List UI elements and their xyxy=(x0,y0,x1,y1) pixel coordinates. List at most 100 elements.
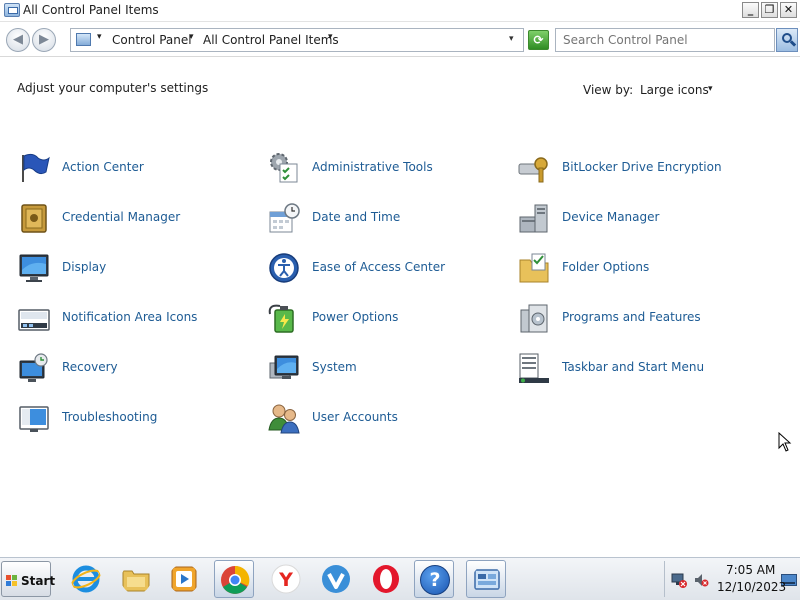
taskbar-chrome[interactable] xyxy=(214,560,254,598)
bitlocker-key-icon xyxy=(518,157,548,183)
item-folder-options[interactable]: Folder Options xyxy=(518,252,758,286)
taskbar-internet-explorer[interactable] xyxy=(66,560,106,598)
item-taskbar-and-start-menu[interactable]: Taskbar and Start Menu xyxy=(518,352,758,386)
item-label: Administrative Tools xyxy=(312,160,433,174)
administrative-tools-icon xyxy=(270,153,298,183)
taskbar-start-menu-icon xyxy=(519,353,549,383)
item-device-manager[interactable]: Device Manager xyxy=(518,202,758,236)
taskbar-file-explorer[interactable] xyxy=(116,560,156,598)
mouse-cursor-icon xyxy=(778,432,792,452)
notification-area-icon xyxy=(18,309,50,331)
view-by-dropdown[interactable]: Large icons xyxy=(640,83,709,97)
address-bar[interactable]: ▾ Control Panel ▾ All Control Panel Item… xyxy=(70,28,524,52)
item-label: Action Center xyxy=(62,160,144,174)
start-label: Start xyxy=(21,574,56,588)
ease-of-access-icon xyxy=(269,253,299,283)
item-user-accounts[interactable]: User Accounts xyxy=(268,402,508,436)
navigation-bar: ◀ ▶ ▾ Control Panel ▾ All Control Panel … xyxy=(0,23,800,57)
item-label: System xyxy=(312,360,357,374)
item-label: Notification Area Icons xyxy=(62,310,198,324)
item-administrative-tools[interactable]: Administrative Tools xyxy=(268,152,508,186)
forward-button[interactable]: ▶ xyxy=(32,28,56,52)
item-label: Credential Manager xyxy=(62,210,181,224)
vivaldi-icon xyxy=(322,565,350,593)
window-title: All Control Panel Items xyxy=(23,3,159,17)
taskbar-media-player[interactable] xyxy=(164,560,204,598)
item-credential-manager[interactable]: Credential Manager xyxy=(18,202,258,236)
close-button[interactable]: ✕ xyxy=(780,2,797,18)
help-icon: ? xyxy=(420,565,450,595)
view-by-label: View by: xyxy=(583,83,634,97)
credential-vault-icon xyxy=(21,204,47,233)
chevron-down-icon[interactable]: ▾ xyxy=(708,84,713,94)
item-label: BitLocker Drive Encryption xyxy=(562,160,722,174)
action-center-flag-icon xyxy=(22,153,50,182)
item-label: Programs and Features xyxy=(562,310,701,324)
taskbar-opera[interactable] xyxy=(366,560,406,598)
item-power-options[interactable]: Power Options xyxy=(268,302,508,336)
programs-features-icon xyxy=(520,304,548,333)
item-label: Display xyxy=(62,260,107,274)
item-label: Recovery xyxy=(62,360,118,374)
system-icon xyxy=(269,355,299,379)
item-system[interactable]: System xyxy=(268,352,508,386)
item-notification-area-icons[interactable]: Notification Area Icons xyxy=(18,302,258,336)
control-panel-icon xyxy=(4,3,20,17)
start-button[interactable]: Start xyxy=(1,561,55,597)
opera-icon xyxy=(373,565,399,593)
item-date-and-time[interactable]: Date and Time xyxy=(268,202,508,236)
breadcrumb-separator[interactable]: ▾ xyxy=(189,32,194,42)
user-accounts-icon xyxy=(268,404,300,434)
taskbar: Start Y ? xyxy=(0,557,800,600)
file-explorer-icon xyxy=(122,570,150,592)
svg-text:Y: Y xyxy=(278,569,293,591)
refresh-button[interactable]: ⟳ xyxy=(528,30,549,50)
taskbar-control-panel[interactable] xyxy=(466,560,506,598)
taskbar-vivaldi[interactable] xyxy=(316,560,356,598)
item-label: Ease of Access Center xyxy=(312,260,446,274)
item-recovery[interactable]: Recovery xyxy=(18,352,258,386)
media-player-icon xyxy=(171,566,197,592)
item-bitlocker-drive-encryption[interactable]: BitLocker Drive Encryption xyxy=(518,152,758,186)
item-troubleshooting[interactable]: Troubleshooting xyxy=(18,402,258,436)
item-label: User Accounts xyxy=(312,410,398,424)
power-options-icon xyxy=(268,304,294,333)
item-label: Power Options xyxy=(312,310,399,324)
item-label: Device Manager xyxy=(562,210,660,224)
item-ease-of-access-center[interactable]: Ease of Access Center xyxy=(268,252,508,286)
breadcrumb-all-items[interactable]: All Control Panel Items xyxy=(203,33,339,47)
item-label: Folder Options xyxy=(562,260,650,274)
taskbar-yandex-browser[interactable]: Y xyxy=(266,560,306,598)
search-button[interactable] xyxy=(776,28,798,52)
item-label: Taskbar and Start Menu xyxy=(562,360,705,374)
internet-explorer-icon xyxy=(71,565,101,593)
address-history-dropdown[interactable]: ▾ xyxy=(509,34,514,44)
network-status-icon[interactable] xyxy=(671,572,687,588)
breadcrumb-control-panel[interactable]: Control Panel xyxy=(112,33,192,47)
yandex-browser-icon: Y xyxy=(271,564,301,594)
breadcrumb-separator[interactable]: ▾ xyxy=(97,32,102,42)
item-label: Date and Time xyxy=(312,210,401,224)
search-input[interactable] xyxy=(555,28,775,52)
taskbar-help[interactable]: ? xyxy=(414,560,454,598)
item-label: Troubleshooting xyxy=(62,410,158,424)
page-heading: Adjust your computer's settings xyxy=(17,81,209,95)
date-time-icon xyxy=(269,203,300,233)
control-panel-icon xyxy=(474,569,500,590)
folder-options-icon xyxy=(519,253,549,283)
maximize-button[interactable]: ❐ xyxy=(761,2,778,18)
minimize-button[interactable]: _ xyxy=(742,2,759,18)
volume-muted-icon[interactable] xyxy=(693,572,709,588)
back-button[interactable]: ◀ xyxy=(6,28,30,52)
title-bar: All Control Panel Items _ ❐ ✕ xyxy=(0,0,800,22)
item-action-center[interactable]: Action Center xyxy=(18,152,258,186)
item-programs-and-features[interactable]: Programs and Features xyxy=(518,302,758,336)
recovery-icon xyxy=(19,353,48,382)
item-display[interactable]: Display xyxy=(18,252,258,286)
breadcrumb-separator[interactable]: ▾ xyxy=(328,32,333,42)
troubleshooting-icon xyxy=(19,406,49,432)
chrome-icon xyxy=(221,565,250,594)
windows-logo-icon xyxy=(6,575,18,586)
clock-time[interactable]: 7:05 AM xyxy=(726,563,775,577)
clock-date[interactable]: 12/10/2023 xyxy=(717,580,786,594)
